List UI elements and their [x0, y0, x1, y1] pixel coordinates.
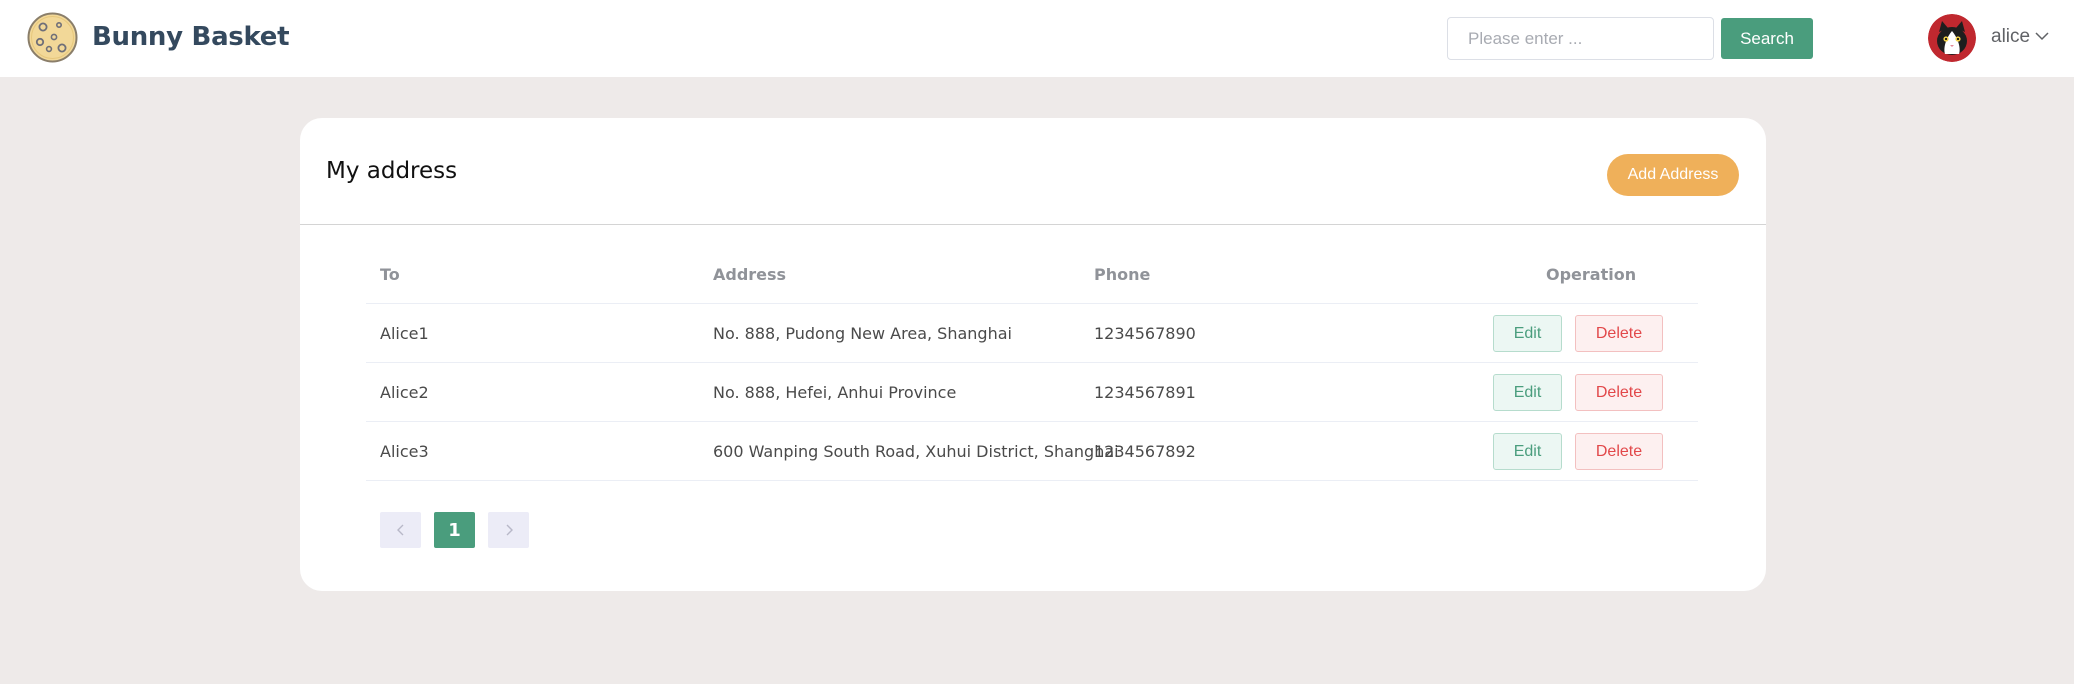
edit-button[interactable]: Edit	[1493, 433, 1562, 470]
cell-to: Alice1	[380, 323, 429, 343]
chevron-right-icon	[506, 524, 513, 536]
row-operations: Edit Delete	[1493, 374, 1663, 411]
edit-button[interactable]: Edit	[1493, 315, 1562, 352]
cell-address: 600 Wanping South Road, Xuhui District, …	[713, 441, 1119, 461]
divider	[300, 224, 1766, 225]
top-header: Bunny Basket Search alice	[0, 0, 2074, 77]
column-header-to: To	[380, 264, 400, 284]
cell-phone: 1234567890	[1094, 323, 1196, 343]
edit-button[interactable]: Edit	[1493, 374, 1562, 411]
table-header: To Address Phone Operation	[366, 245, 1698, 304]
add-address-button[interactable]: Add Address	[1607, 154, 1739, 196]
row-operations: Edit Delete	[1493, 433, 1663, 470]
next-page-button[interactable]	[488, 512, 529, 548]
table-row: Alice2 No. 888, Hefei, Anhui Province 12…	[366, 363, 1698, 422]
column-header-phone: Phone	[1094, 264, 1151, 284]
cookie-logo-icon[interactable]	[27, 12, 78, 63]
row-operations: Edit Delete	[1493, 315, 1663, 352]
pagination: 1	[380, 512, 529, 548]
cell-to: Alice2	[380, 382, 429, 402]
username[interactable]: alice	[1991, 26, 2030, 48]
table-row: Alice3 600 Wanping South Road, Xuhui Dis…	[366, 422, 1698, 481]
address-card: My address Add Address To Address Phone …	[300, 118, 1766, 591]
page-number[interactable]: 1	[434, 512, 475, 548]
delete-button[interactable]: Delete	[1575, 315, 1663, 352]
chevron-down-icon[interactable]	[2034, 28, 2050, 44]
column-header-operation: Operation	[1546, 264, 1637, 284]
delete-button[interactable]: Delete	[1575, 374, 1663, 411]
search-input[interactable]	[1447, 17, 1714, 60]
cell-to: Alice3	[380, 441, 429, 461]
cell-phone: 1234567891	[1094, 382, 1196, 402]
page-title: My address	[326, 158, 458, 184]
table-row: Alice1 No. 888, Pudong New Area, Shangha…	[366, 304, 1698, 363]
avatar[interactable]	[1928, 14, 1976, 62]
cell-address: No. 888, Hefei, Anhui Province	[713, 382, 957, 402]
brand-name[interactable]: Bunny Basket	[92, 22, 290, 52]
search-button[interactable]: Search	[1721, 18, 1813, 59]
cell-phone: 1234567892	[1094, 441, 1196, 461]
cat-avatar-icon	[1928, 14, 1976, 62]
prev-page-button[interactable]	[380, 512, 421, 548]
address-table: To Address Phone Operation Alice1 No. 88…	[366, 245, 1698, 481]
column-header-address: Address	[713, 264, 787, 284]
cell-address: No. 888, Pudong New Area, Shanghai	[713, 323, 1012, 343]
main-area: My address Add Address To Address Phone …	[0, 77, 2074, 684]
delete-button[interactable]: Delete	[1575, 433, 1663, 470]
chevron-left-icon	[396, 524, 403, 536]
